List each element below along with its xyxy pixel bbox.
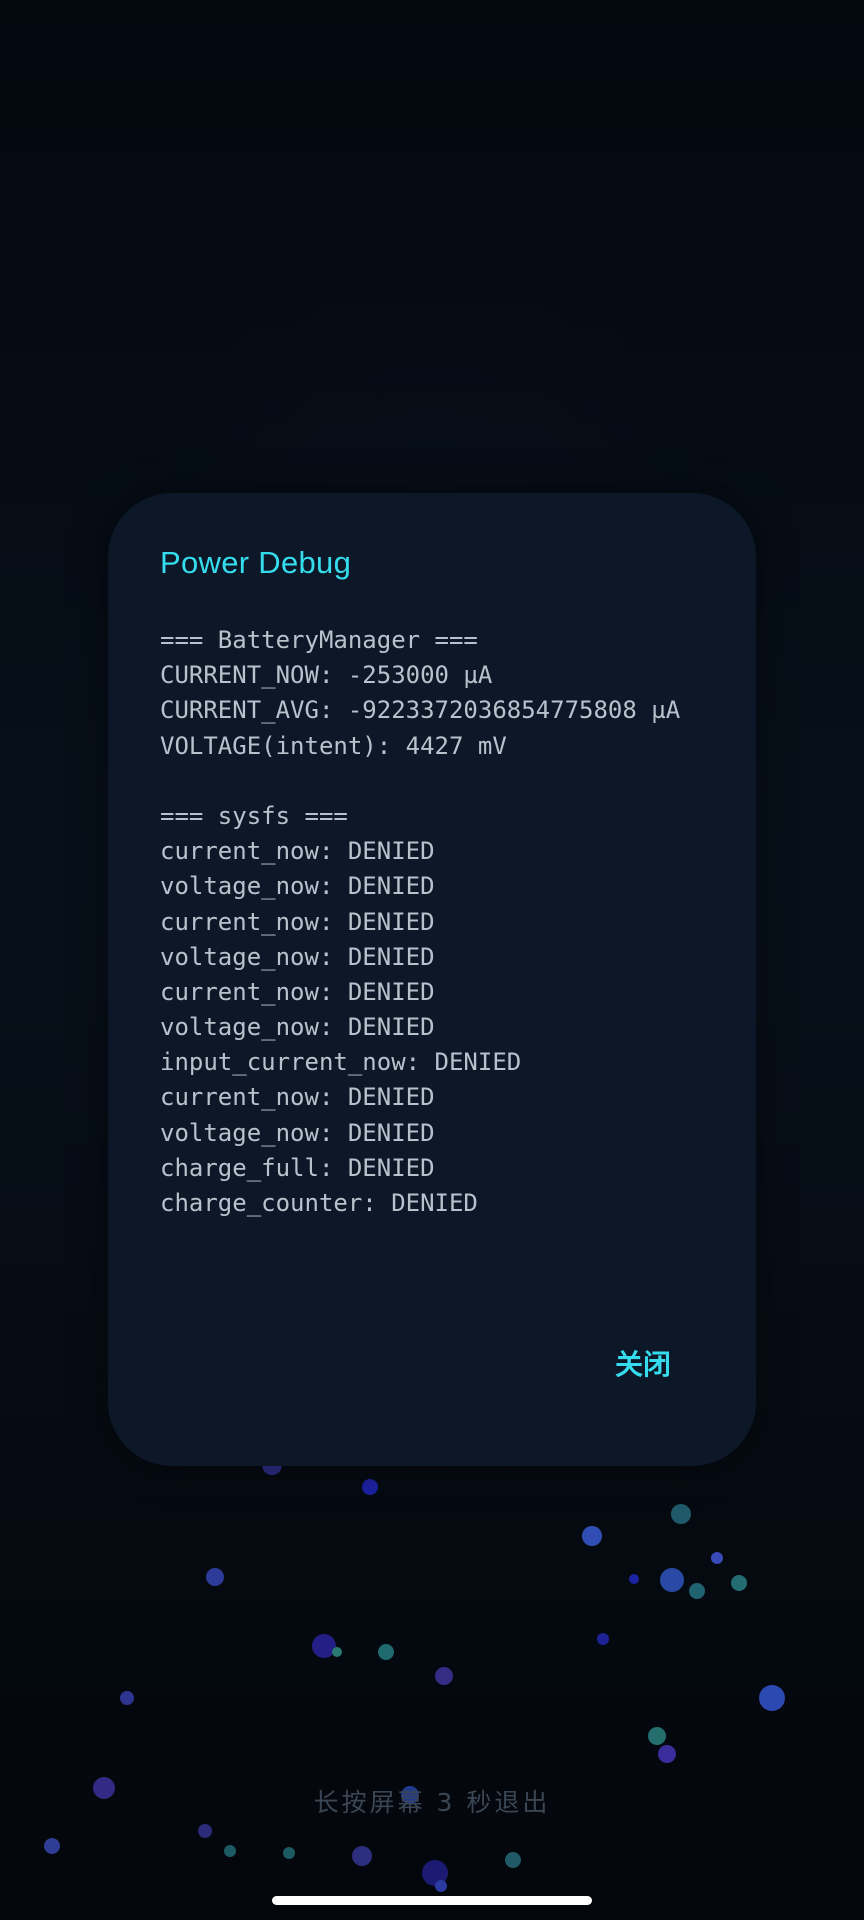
power-debug-dialog: Power Debug === BatteryManager === CURRE… bbox=[108, 493, 756, 1466]
particle bbox=[362, 1479, 378, 1495]
particle bbox=[283, 1847, 295, 1859]
particle bbox=[711, 1552, 723, 1564]
current-avg-reading: CURRENT_AVG: -9223372036854775808 µA bbox=[160, 696, 681, 725]
voltage-intent-reading: VOLTAGE(intent): 4427 mV bbox=[160, 731, 507, 760]
sysfs-entry: voltage_now: DENIED bbox=[160, 872, 435, 901]
particle bbox=[597, 1633, 609, 1645]
close-button[interactable]: 关闭 bbox=[588, 1333, 698, 1393]
particle bbox=[731, 1575, 747, 1591]
particle bbox=[660, 1568, 684, 1592]
particle bbox=[759, 1685, 785, 1711]
debug-output: === BatteryManager === CURRENT_NOW: -253… bbox=[160, 623, 740, 1221]
particle bbox=[44, 1838, 60, 1854]
sysfs-entry: voltage_now: DENIED bbox=[160, 1118, 435, 1147]
section-header-battery-manager: === BatteryManager === bbox=[160, 626, 478, 654]
particle bbox=[332, 1647, 342, 1657]
particle bbox=[435, 1880, 447, 1892]
sysfs-entry: current_now: DENIED bbox=[160, 907, 435, 936]
particle bbox=[378, 1644, 394, 1660]
sysfs-entry: charge_full: DENIED bbox=[160, 1153, 435, 1182]
particle bbox=[648, 1727, 666, 1745]
sysfs-entry: current_now: DENIED bbox=[160, 977, 435, 1006]
sysfs-entry: input_current_now: DENIED bbox=[160, 1048, 522, 1077]
home-indicator[interactable] bbox=[272, 1896, 592, 1905]
particle bbox=[224, 1845, 236, 1857]
particle bbox=[582, 1526, 602, 1546]
particle bbox=[352, 1846, 372, 1866]
particle bbox=[629, 1574, 639, 1584]
sysfs-entry: current_now: DENIED bbox=[160, 1083, 435, 1112]
particle bbox=[505, 1852, 521, 1868]
sysfs-entry: voltage_now: DENIED bbox=[160, 942, 435, 971]
particle bbox=[689, 1583, 705, 1599]
sysfs-entry: voltage_now: DENIED bbox=[160, 1013, 435, 1042]
dialog-title: Power Debug bbox=[160, 545, 352, 580]
particle bbox=[198, 1824, 212, 1838]
sysfs-entry: current_now: DENIED bbox=[160, 837, 435, 866]
particle bbox=[435, 1667, 453, 1685]
particle bbox=[120, 1691, 134, 1705]
section-header-sysfs: === sysfs === bbox=[160, 801, 348, 830]
particle bbox=[312, 1634, 336, 1658]
particle bbox=[206, 1568, 224, 1586]
current-now-reading: CURRENT_NOW: -253000 µA bbox=[160, 661, 493, 690]
particle bbox=[671, 1504, 691, 1524]
sysfs-entry: charge_counter: DENIED bbox=[160, 1189, 478, 1217]
particle bbox=[658, 1745, 676, 1763]
exit-hint: 长按屏幕 3 秒退出 bbox=[313, 1788, 551, 1817]
